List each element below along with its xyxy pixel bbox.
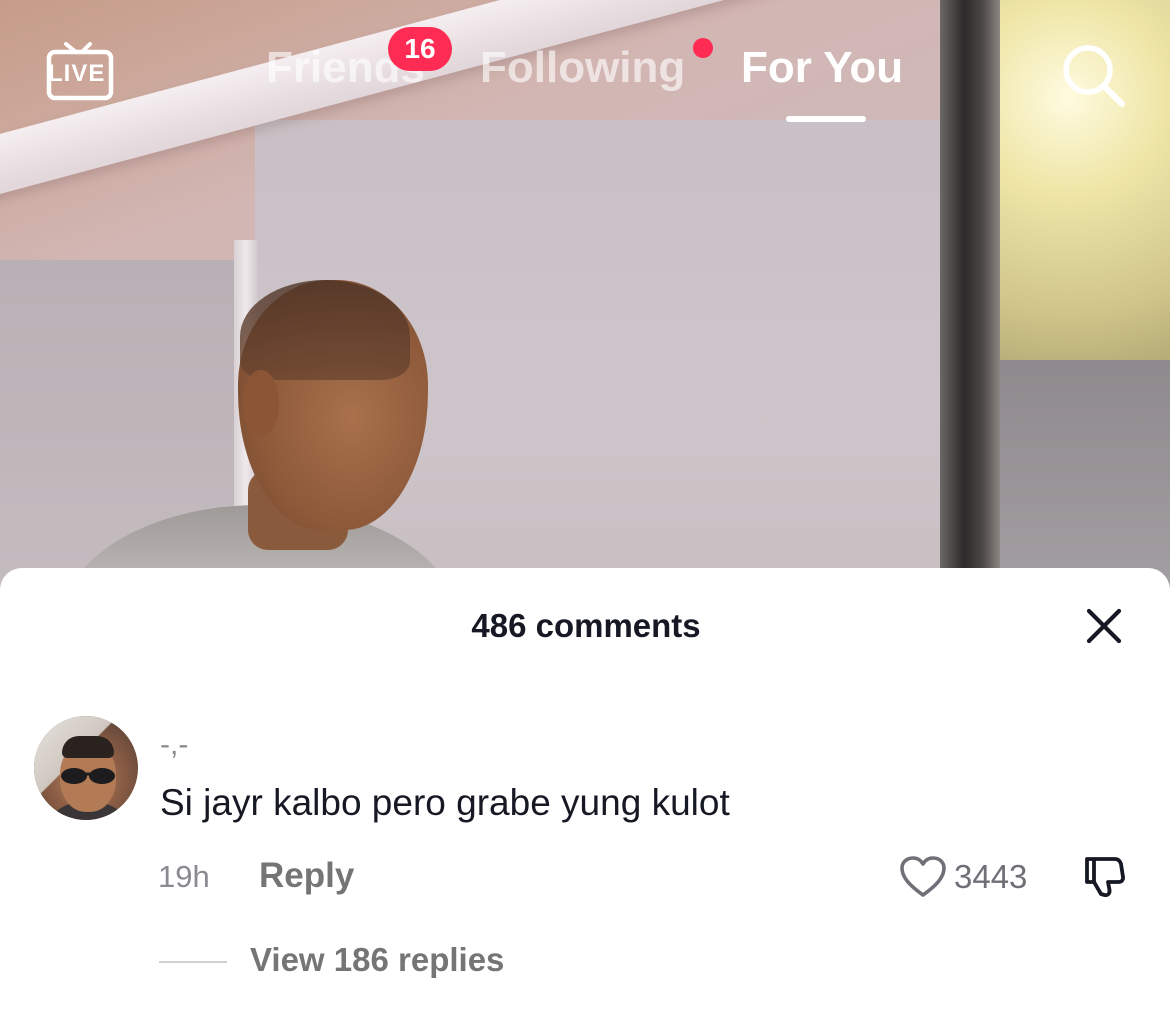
friends-badge: 16 [388, 27, 452, 71]
tab-for-you[interactable]: For You [741, 43, 903, 93]
comment-text: Si jayr kalbo pero grabe yung kulot [160, 782, 730, 823]
view-replies-button[interactable]: View 186 replies [250, 941, 504, 979]
avatar-hair [62, 736, 114, 758]
tab-following[interactable]: Following [480, 43, 685, 93]
following-notification-dot [693, 38, 713, 58]
replies-divider [159, 961, 227, 963]
commenter-avatar[interactable] [34, 716, 138, 820]
heart-icon[interactable] [899, 855, 947, 899]
top-navigation: LIVE Friends 16 Following For You [0, 0, 1170, 130]
close-icon[interactable] [1085, 607, 1123, 645]
sunglasses-icon [56, 766, 122, 786]
comment-username[interactable]: -,- [160, 728, 188, 762]
comments-count-title: 486 comments [471, 607, 701, 644]
live-label: LIVE [48, 60, 106, 87]
like-count: 3443 [954, 858, 1028, 895]
reply-button[interactable]: Reply [259, 856, 354, 896]
right-wall [1000, 360, 1170, 600]
dislike-icon[interactable] [1081, 853, 1127, 901]
active-tab-indicator [786, 116, 866, 122]
comment-timestamp: 19h [158, 859, 210, 894]
person-ear [243, 370, 279, 436]
search-icon[interactable] [1060, 42, 1126, 108]
